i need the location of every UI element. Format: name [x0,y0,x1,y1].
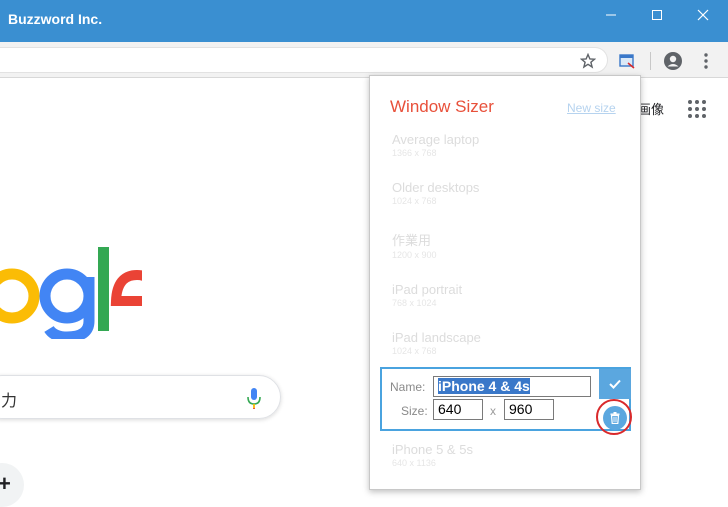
size-separator: x [490,404,496,418]
maximize-icon [652,10,662,20]
microphone-icon [247,388,261,409]
checkmark-icon [609,379,621,389]
preset-size: 1024 x 768 [392,346,437,356]
title-bar: Buzzword Inc. [0,0,728,42]
plus-icon: + [0,471,11,496]
width-input[interactable]: 640 [433,399,483,420]
browser-toolbar [0,42,728,78]
close-button[interactable] [680,0,726,30]
search-box[interactable]: 力 [0,375,281,419]
address-bar[interactable] [0,47,608,73]
preset-size: 640 x 1136 [392,458,436,468]
add-shortcut-button[interactable]: + [0,463,24,507]
name-input-selected-text: iPhone 4 & 4s [438,378,530,394]
images-link[interactable]: 画像 [638,99,664,118]
maximize-button[interactable] [634,0,680,30]
popup-title: Window Sizer [390,97,494,116]
apps-grid-icon[interactable] [688,100,706,118]
preset-item[interactable]: Older desktops 1024 x 768 [392,180,612,206]
size-label: Size: [401,404,428,418]
preset-edit-form: Name: iPhone 4 & 4s Size: 640 x 960 [380,367,631,431]
preset-name: 作業用 [392,233,432,248]
window-sizer-popup: Window Sizer New size Average laptop 136… [369,75,641,490]
name-input[interactable]: iPhone 4 & 4s [433,376,591,397]
window-title: Buzzword Inc. [8,11,103,27]
new-size-link[interactable]: New size [567,101,616,115]
preset-item[interactable]: 作業用 1200 x 900 [392,230,612,260]
toolbar-divider [650,52,651,70]
close-icon [697,9,709,21]
star-icon [580,53,596,69]
preset-name: Average laptop [392,132,480,147]
preset-name: iPhone 5 & 5s [392,442,473,457]
height-input[interactable]: 960 [504,399,554,420]
search-placeholder-partial: 力 [1,393,18,410]
preset-size: 1200 x 900 [392,250,437,260]
preset-item[interactable]: iPad landscape 1024 x 768 [392,330,612,356]
preset-item[interactable]: Average laptop 1366 x 768 [392,132,612,158]
trash-icon [610,412,620,424]
preset-name: iPad landscape [392,330,481,345]
preset-name: iPad portrait [392,282,463,297]
menu-button[interactable] [696,50,716,72]
delete-preset-button[interactable] [603,406,627,430]
kebab-menu-icon [704,53,708,69]
preset-size: 768 x 1024 [392,298,437,308]
google-logo [0,247,142,339]
save-preset-button[interactable] [599,369,631,399]
window-sizer-extension-button[interactable] [615,49,639,73]
account-icon [664,52,682,70]
delete-highlight-circle [596,399,632,435]
preset-size: 1366 x 768 [392,148,437,158]
window-resize-icon [619,54,635,69]
name-label: Name: [390,380,426,394]
preset-item[interactable]: iPad portrait 768 x 1024 [392,282,612,308]
preset-item[interactable]: iPhone 5 & 5s 640 x 1136 [392,442,612,468]
preset-size: 1024 x 768 [392,196,437,206]
profile-button[interactable] [662,50,684,72]
preset-name: Older desktops [392,180,480,195]
bookmark-star-button[interactable] [578,51,598,71]
minimize-icon [606,14,616,16]
minimize-button[interactable] [588,0,634,30]
